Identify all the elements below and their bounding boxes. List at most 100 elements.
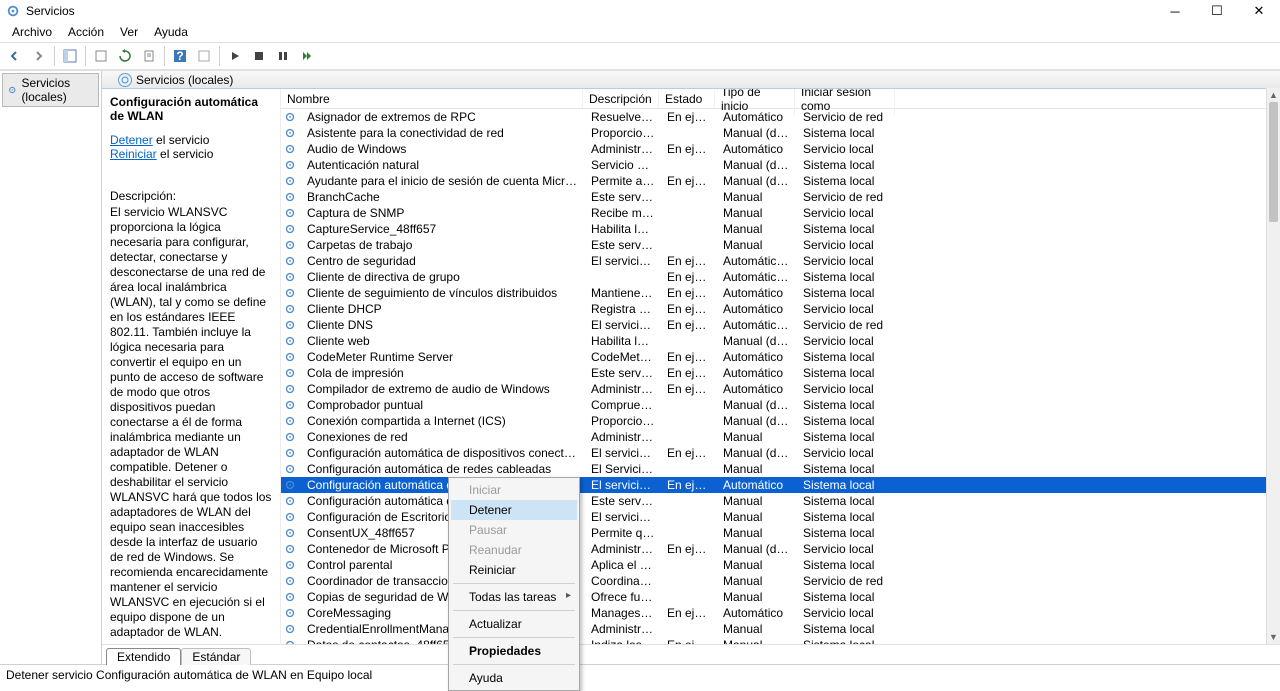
table-row[interactable]: BranchCacheEste servicio ...ManualServic… [281,189,1280,205]
cell-start: Manual [717,430,797,444]
help-button[interactable]: ? [169,45,191,67]
table-row[interactable]: Comprobador puntualComprueba ...Manual (… [281,397,1280,413]
cell-name: Cliente de directiva de grupo [301,270,585,284]
scrollbar[interactable]: ▲ ▼ [1266,88,1280,644]
col-desc[interactable]: Descripción [583,90,659,108]
table-row[interactable]: Configuración automática de WEste servic… [281,493,1280,509]
table-row[interactable]: Cliente de directiva de grupoEn ejecu...… [281,269,1280,285]
scroll-up-arrow[interactable]: ▲ [1267,88,1280,102]
cell-desc: Este servicio ... [585,190,661,204]
table-row[interactable]: Coordinador de transacciones cCoordina l… [281,573,1280,589]
start-service-button[interactable] [224,45,246,67]
col-logon[interactable]: Iniciar sesión como [795,89,895,115]
table-row[interactable]: Cliente de seguimiento de vínculos distr… [281,285,1280,301]
table-row[interactable]: Carpetas de trabajoEste servicio ...Manu… [281,237,1280,253]
cell-desc: El servicio W... [585,254,661,268]
refresh-button[interactable] [114,45,136,67]
restart-link[interactable]: Reiniciar [110,147,157,161]
table-row[interactable]: ConsentUX_48ff657Permite que ...ManualSi… [281,525,1280,541]
table-row[interactable]: Datos de contactos_48ff657Indiza los da.… [281,637,1280,644]
table-row[interactable]: Captura de SNMPRecibe mens...ManualServi… [281,205,1280,221]
col-start[interactable]: Tipo de inicio [715,89,795,115]
extra-button[interactable] [193,45,215,67]
cell-start: Manual (desen... [717,158,797,172]
menu-archivo[interactable]: Archivo [4,23,60,41]
restart-service-button[interactable] [296,45,318,67]
cell-logon: Sistema local [797,286,897,300]
table-row[interactable]: Configuración automática de WEl servicio… [281,477,1280,493]
cell-state: En ejecu... [661,110,717,124]
table-row[interactable]: Cliente DNSEl servicio Cli...En ejecu...… [281,317,1280,333]
menu-ver[interactable]: Ver [112,23,146,41]
scroll-thumb[interactable] [1269,102,1278,222]
close-button[interactable]: ✕ [1238,0,1280,22]
table-row[interactable]: Copias de seguridad de WindovOfrece func… [281,589,1280,605]
cell-name: Carpetas de trabajo [301,238,585,252]
tab-estandar[interactable]: Estándar [181,648,251,665]
table-row[interactable]: CoreMessagingManages co...En ejecu...Aut… [281,605,1280,621]
tree-node-services-local[interactable]: Servicios (locales) [2,73,99,107]
menu-item-detener[interactable]: Detener [451,500,577,520]
table-row[interactable]: Control parentalAplica el con...ManualSi… [281,557,1280,573]
table-row[interactable]: Configuración automática de redes cablea… [281,461,1280,477]
minimize-button[interactable]: ─ [1154,0,1196,22]
table-row[interactable]: CodeMeter Runtime ServerCodeMeter ...En … [281,349,1280,365]
table-row[interactable]: Cliente webHabilita los ...Manual (desen… [281,333,1280,349]
table-row[interactable]: CaptureService_48ff657Habilita la fu...M… [281,221,1280,237]
restart-link-line: Reiniciar el servicio [110,147,272,161]
stop-link[interactable]: Detener [110,133,153,147]
col-state[interactable]: Estado [659,90,715,108]
menu-item-todas-las-tareas[interactable]: Todas las tareas [451,587,577,607]
col-name[interactable]: Nombre [281,90,583,108]
cell-desc: Permite al us... [585,174,661,188]
table-row[interactable]: Configuración de Escritorio remEl servic… [281,509,1280,525]
stop-service-button[interactable] [248,45,270,67]
menu-accion[interactable]: Acción [60,23,112,41]
menu-item-ayuda[interactable]: Ayuda [451,668,577,688]
table-row[interactable]: Centro de seguridadEl servicio W...En ej… [281,253,1280,269]
cell-logon: Sistema local [797,158,897,172]
cell-desc: Proporciona ... [585,414,661,428]
cell-desc: Administrad... [585,622,661,636]
cell-desc: Recibe mens... [585,206,661,220]
table-row[interactable]: Ayudante para el inicio de sesión de cue… [281,173,1280,189]
table-row[interactable]: CredentialEnrollmentManagerUAdministrad.… [281,621,1280,637]
cell-name: Conexión compartida a Internet (ICS) [301,414,585,428]
table-row[interactable]: Audio de WindowsAdministra e...En ejecu.… [281,141,1280,157]
table-row[interactable]: Cliente DHCPRegistra y ac...En ejecu...A… [281,301,1280,317]
menu-item-iniciar: Iniciar [451,480,577,500]
cell-state: En ejecu... [661,606,717,620]
forward-button[interactable] [28,45,50,67]
export-button[interactable] [90,45,112,67]
table-row[interactable]: Contenedor de Microsoft PasspAdministra … [281,541,1280,557]
table-row[interactable]: Configuración automática de dispositivos… [281,445,1280,461]
table-row[interactable]: Cola de impresiónEste servicio ...En eje… [281,365,1280,381]
cell-state: En ejecu... [661,478,717,492]
tab-extendido[interactable]: Extendido [106,648,181,665]
table-row[interactable]: Autenticación naturalServicio de a...Man… [281,157,1280,173]
cell-state: En ejecu... [661,142,717,156]
menu-item-reiniciar[interactable]: Reiniciar [451,560,577,580]
cell-logon: Servicio local [797,382,897,396]
table-row[interactable]: Conexión compartida a Internet (ICS)Prop… [281,413,1280,429]
cell-start: Manual [717,462,797,476]
scroll-down-arrow[interactable]: ▼ [1267,630,1280,644]
menu-separator [453,637,575,638]
back-button[interactable] [4,45,26,67]
list-rows[interactable]: Asignador de extremos de RPCResuelve ide… [281,109,1280,644]
cell-start: Manual [717,510,797,524]
menu-ayuda[interactable]: Ayuda [146,23,196,41]
maximize-button[interactable]: ☐ [1196,0,1238,22]
cell-desc: Coordina las... [585,574,661,588]
table-row[interactable]: Asistente para la conectividad de redPro… [281,125,1280,141]
properties-button[interactable] [138,45,160,67]
context-menu[interactable]: IniciarDetenerPausarReanudarReiniciarTod… [448,477,580,691]
show-hide-tree-button[interactable] [59,45,81,67]
pause-service-button[interactable] [272,45,294,67]
menu-item-actualizar[interactable]: Actualizar [451,614,577,634]
cell-logon: Sistema local [797,270,897,284]
table-row[interactable]: Compilador de extremo de audio de Window… [281,381,1280,397]
menu-item-propiedades[interactable]: Propiedades [451,641,577,661]
cell-name: Audio de Windows [301,142,585,156]
table-row[interactable]: Conexiones de redAdministra o...ManualSi… [281,429,1280,445]
